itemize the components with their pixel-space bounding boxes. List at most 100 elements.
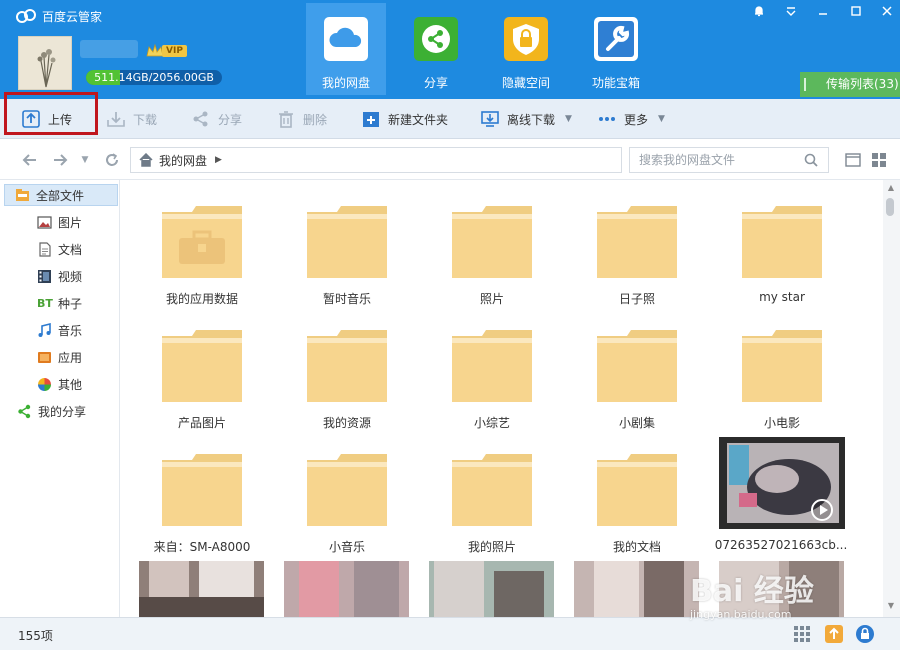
nav-hidden-space[interactable]: 隐藏空间 [486, 3, 566, 95]
file-tile[interactable]: 小综艺 [431, 310, 551, 430]
file-tile[interactable]: 小音乐 [286, 434, 406, 554]
history-dropdown-icon[interactable]: ▼ [75, 150, 95, 170]
file-tile[interactable]: 来自：SM-A8000 [141, 434, 261, 554]
folder-icon [597, 206, 677, 278]
apps-grid-icon[interactable] [792, 624, 812, 644]
image-thumbnail[interactable] [284, 561, 409, 617]
vip-badge[interactable]: VIP [146, 42, 187, 60]
sidebar-item-pictures[interactable]: 图片 [0, 211, 120, 233]
wrench-icon [594, 17, 638, 61]
chevron-down-icon: ▼ [658, 114, 665, 124]
sidebar-item-torrents[interactable]: BT 种子 [0, 292, 120, 314]
file-tile[interactable]: 产品图片 [141, 310, 261, 430]
back-arrow-icon[interactable] [20, 150, 40, 170]
sidebar-item-music[interactable]: 音乐 [0, 319, 120, 341]
delete-button[interactable]: 删除 [277, 109, 327, 129]
nav-toolbox[interactable]: 功能宝箱 [576, 3, 656, 95]
folder-icon [307, 454, 387, 526]
folder-icon [162, 330, 242, 402]
upload-queue-icon[interactable] [824, 624, 844, 644]
music-note-icon [38, 322, 51, 337]
download-icon [107, 112, 125, 127]
more-button[interactable]: 更多 ▼ [598, 109, 665, 129]
lock-shield-icon [504, 17, 548, 61]
sidebar-item-documents[interactable]: 文档 [0, 238, 120, 260]
minimize-icon[interactable] [812, 2, 834, 20]
file-tile[interactable]: my star [721, 186, 841, 306]
maximize-icon[interactable] [845, 2, 867, 20]
baidu-cloud-logo-icon [16, 9, 36, 23]
video-icon [38, 269, 51, 283]
other-pie-icon [38, 377, 51, 391]
forward-arrow-icon[interactable] [50, 150, 70, 170]
vertical-scrollbar[interactable]: ▲ ▼ [883, 180, 900, 617]
breadcrumb-separator-icon[interactable]: ▶ [215, 155, 222, 165]
offline-download-button[interactable]: 离线下载 ▼ [481, 109, 572, 129]
file-tile[interactable]: 我的资源 [286, 310, 406, 430]
sidebar-item-all-files[interactable]: 全部文件 [4, 184, 118, 206]
share-icon [414, 17, 458, 61]
list-view-icon[interactable] [845, 152, 861, 168]
file-tile[interactable]: 我的照片 [431, 434, 551, 554]
transfer-list-button[interactable]: 传输列表(33) [800, 72, 900, 97]
folder-icon [452, 206, 532, 278]
search-input[interactable]: 搜索我的网盘文件 [629, 147, 829, 173]
breadcrumb-my-drive[interactable]: 我的网盘 [159, 152, 207, 169]
app-folder-icon [162, 206, 242, 278]
folder-icon [597, 330, 677, 402]
download-button[interactable]: 下载 [107, 109, 157, 129]
image-thumbnail[interactable] [429, 561, 554, 617]
breadcrumb[interactable]: 我的网盘 ▶ [130, 147, 622, 173]
security-lock-icon[interactable] [855, 624, 875, 644]
folder-icon [162, 454, 242, 526]
image-thumbnail[interactable] [574, 561, 699, 617]
more-dots-icon [599, 117, 615, 121]
image-thumbnail[interactable] [719, 561, 844, 617]
avatar[interactable] [18, 36, 72, 90]
menu-icon[interactable] [780, 2, 802, 20]
trash-icon [279, 111, 293, 128]
scroll-up-arrow-icon[interactable]: ▲ [886, 183, 896, 193]
refresh-icon[interactable] [102, 150, 122, 170]
sidebar-item-videos[interactable]: 视频 [0, 265, 120, 287]
file-tile[interactable]: 日子照 [576, 186, 696, 306]
folder-icon [742, 330, 822, 402]
status-bar: 155项 [0, 617, 900, 650]
username-blurred [80, 40, 138, 58]
notification-bell-icon[interactable] [748, 2, 770, 20]
share-button[interactable]: 分享 [192, 109, 242, 129]
file-tile[interactable]: 小剧集 [576, 310, 696, 430]
scroll-down-arrow-icon[interactable]: ▼ [886, 601, 896, 611]
folder-icon [307, 206, 387, 278]
sidebar: 全部文件 图片 文档 视频 BT 种子 音乐 应用 其他 我的分享 [0, 180, 120, 617]
picture-icon [37, 215, 52, 229]
title-bar: 百度云管家 VIP 511.14GB/2056.00GB 我的网盘 分享 隐藏空… [0, 0, 900, 99]
folder-icon [452, 454, 532, 526]
image-thumbnail[interactable] [139, 561, 264, 617]
sidebar-item-other[interactable]: 其他 [0, 373, 120, 395]
file-tile[interactable]: 我的文档 [576, 434, 696, 554]
video-thumbnail [719, 437, 845, 529]
storage-quota-text: 511.14GB/2056.00GB [94, 71, 214, 84]
play-icon[interactable] [811, 499, 833, 521]
toolbar: 上传 下载 分享 删除 新建文件夹 离线下载 ▼ 更多 ▼ [0, 99, 900, 139]
scrollbar-thumb[interactable] [886, 198, 894, 216]
nav-share[interactable]: 分享 [396, 3, 476, 95]
folder-drive-icon [16, 188, 29, 201]
nav-my-drive[interactable]: 我的网盘 [306, 3, 386, 95]
file-tile[interactable]: 我的应用数据 [141, 186, 261, 306]
close-icon[interactable] [876, 2, 898, 20]
file-tile[interactable]: 小电影 [721, 310, 841, 430]
storage-quota-bar: 511.14GB/2056.00GB [86, 70, 222, 85]
new-folder-button[interactable]: 新建文件夹 [362, 109, 448, 129]
grid-view-icon[interactable] [871, 152, 887, 168]
upload-highlight-box [4, 92, 98, 135]
sidebar-item-apps[interactable]: 应用 [0, 346, 120, 368]
search-icon[interactable] [804, 153, 818, 167]
sidebar-item-my-shares[interactable]: 我的分享 [0, 400, 120, 422]
file-tile[interactable]: 照片 [431, 186, 551, 306]
file-tile[interactable]: 暂时音乐 [286, 186, 406, 306]
video-tile[interactable]: 07263527021663cb... [711, 434, 851, 554]
offline-download-icon [481, 111, 499, 127]
chevron-down-icon: ▼ [565, 114, 572, 124]
